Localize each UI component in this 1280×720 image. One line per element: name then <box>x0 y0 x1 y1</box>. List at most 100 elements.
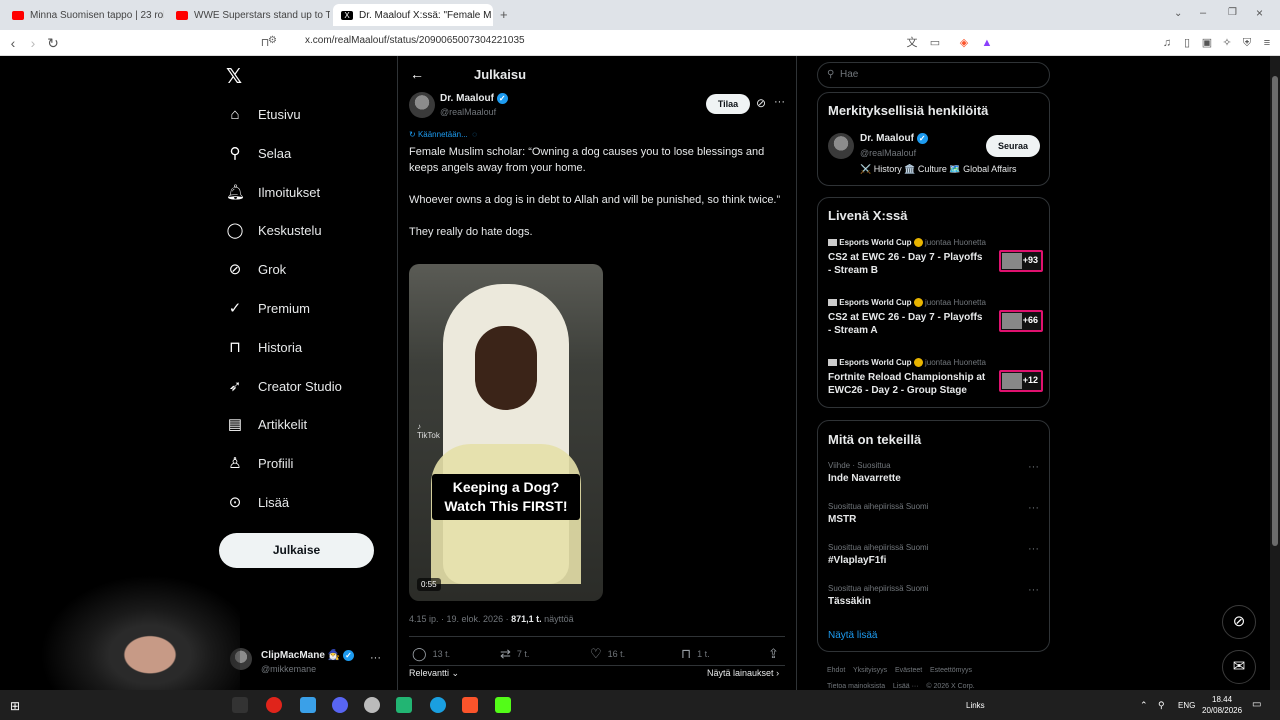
account-switcher[interactable]: ClipMacMane 🧙‍♂️ ✓ @mikkemane ··· <box>230 644 390 684</box>
reply-button[interactable]: ◯ 13 t. <box>412 646 450 662</box>
nav-item-articles[interactable]: ▤ Artikkelit <box>226 412 307 436</box>
more-dots-icon[interactable]: ··· <box>1028 502 1039 514</box>
clock-time[interactable]: 18.44 <box>1212 695 1232 704</box>
address-bar[interactable]: ⚙ x.com/realMaalouf/status/2090065007304… <box>268 30 1000 56</box>
sort-dropdown[interactable]: Relevantti ⌄ <box>409 668 459 679</box>
tray-chevron-icon[interactable]: ⌃ <box>1140 700 1148 711</box>
edge-icon[interactable] <box>430 697 446 713</box>
nav-item-messages[interactable]: ◯ Keskustelu <box>226 218 322 242</box>
translate-icon[interactable]: 文 <box>905 36 919 50</box>
site-info-icon[interactable]: ⚙ <box>268 35 277 46</box>
trend-item[interactable]: Viihde · Suosittua Inde Navarrette ··· <box>828 461 1041 491</box>
media-icon[interactable]: ♫ <box>1160 36 1174 50</box>
footer-link[interactable]: Ehdot <box>827 667 845 674</box>
show-quotes-link[interactable]: Näytä lainaukset › <box>707 668 779 678</box>
browser-tab-2[interactable]: WWE Superstars stand up to The Bl <box>168 4 330 26</box>
share-button[interactable]: ⇪ <box>768 646 779 662</box>
more-icon: ⊙ <box>228 494 242 511</box>
nav-item-more[interactable]: ⊙ Lisää <box>226 490 289 514</box>
clock-date[interactable]: 20/08/2026 <box>1202 706 1242 715</box>
task-view-icon[interactable] <box>232 697 248 713</box>
restore-icon[interactable]: ❐ <box>1228 7 1237 18</box>
footer-link[interactable]: Tietoa mainoksista <box>827 683 885 690</box>
window-close-icon[interactable]: × <box>1256 6 1263 20</box>
forward-icon[interactable]: › <box>24 34 42 52</box>
kick-icon[interactable] <box>495 697 511 713</box>
windows-start-icon[interactable]: ⊞ <box>10 699 20 713</box>
footer-link[interactable]: Esteettömyys <box>930 667 972 674</box>
app-icon[interactable] <box>364 697 380 713</box>
person-avatar[interactable] <box>828 133 854 159</box>
grok-fab-icon[interactable]: ⊘ <box>1222 605 1256 639</box>
nav-item-home[interactable]: ⌂ Etusivu <box>226 102 300 126</box>
nav-item-creator-studio[interactable]: ➶ Creator Studio <box>226 374 342 398</box>
app-icon[interactable] <box>300 697 316 713</box>
cast-icon[interactable]: ▭ <box>928 36 942 50</box>
x-logo-icon[interactable]: 𝕏 <box>226 64 242 88</box>
brave-icon[interactable] <box>462 697 478 713</box>
more-dots-icon[interactable]: ··· <box>1028 543 1039 555</box>
minimize-icon[interactable]: – <box>1200 7 1206 19</box>
person-name[interactable]: Dr. Maalouf <box>860 133 914 144</box>
author-handle: @realMaalouf <box>440 107 497 117</box>
show-more-link[interactable]: Näytä lisää <box>828 630 877 641</box>
back-icon[interactable]: ‹ <box>4 34 22 52</box>
repost-button[interactable]: ⇄ 7 t. <box>500 646 529 662</box>
tab-title: Minna Suomisen tappo | 23 rolöis - H <box>30 9 164 21</box>
reload-icon[interactable]: ↻ <box>44 34 62 52</box>
vpn-icon[interactable]: ⛨ <box>1240 36 1254 50</box>
extensions-icon[interactable]: ✧ <box>1220 36 1234 50</box>
author-avatar[interactable] <box>409 92 435 118</box>
network-icon[interactable]: ⚲ <box>1158 700 1165 711</box>
nav-item-profile[interactable]: ♙ Profiili <box>226 451 293 475</box>
search-input[interactable]: ⚲ Hae <box>817 62 1050 88</box>
live-item[interactable]: Esports World Cup juontaa Huonetta Fortn… <box>828 358 1043 404</box>
live-item[interactable]: Esports World Cup juontaa Huonetta CS2 a… <box>828 238 1043 284</box>
wallet-icon[interactable]: ▣ <box>1200 36 1214 50</box>
author-name-row[interactable]: Dr. Maalouf ✓ <box>440 93 508 104</box>
trend-item[interactable]: Suosittua aihepiirissä Suomi MSTR ··· <box>828 502 1041 532</box>
footer-link[interactable]: Lisää ··· <box>893 683 919 690</box>
app-icon[interactable] <box>396 697 412 713</box>
footer-link[interactable]: Evästeet <box>895 667 922 674</box>
footer-link[interactable]: Yksityisyys <box>853 667 887 674</box>
scrollbar-thumb[interactable] <box>1272 76 1278 546</box>
browser-tab-3[interactable]: X Dr. Maalouf X:ssä: "Female M × <box>333 4 493 26</box>
video-player[interactable]: ♪ TikTok Keeping a Dog? Watch This FIRST!… <box>409 264 603 601</box>
more-dots-icon[interactable]: ··· <box>1028 461 1039 473</box>
rewards-icon[interactable]: ▲ <box>980 36 994 50</box>
ewc-icon <box>828 299 837 307</box>
nav-item-premium[interactable]: ✓ Premium <box>226 296 310 320</box>
more-dots-icon[interactable]: ··· <box>774 96 785 108</box>
live-item[interactable]: Esports World Cup juontaa Huonetta CS2 a… <box>828 298 1043 344</box>
bookmark-button[interactable]: ⊓ 1 t. <box>681 646 710 662</box>
nav-item-explore[interactable]: ⚲ Selaa <box>226 141 292 165</box>
more-dots-icon[interactable]: ··· <box>1028 584 1039 596</box>
nav-item-bookmarks[interactable]: ⊓ Historia <box>226 335 302 359</box>
discord-icon[interactable] <box>332 697 348 713</box>
grok-icon[interactable]: ⊘ <box>756 96 766 110</box>
more-dots-icon[interactable]: ··· <box>370 652 381 664</box>
brave-shield-icon[interactable]: ◈ <box>957 36 971 50</box>
links-toolbar[interactable]: Links <box>966 701 985 710</box>
messages-fab-icon[interactable]: ✉ <box>1222 650 1256 684</box>
browser-tab-1[interactable]: Minna Suomisen tappo | 23 rolöis - H <box>4 4 164 26</box>
follow-button[interactable]: Seuraa <box>986 135 1040 157</box>
opera-icon[interactable] <box>266 697 282 713</box>
post-button[interactable]: Julkaise <box>219 533 374 568</box>
scrollbar[interactable] <box>1270 56 1280 690</box>
chevron-down-icon[interactable]: ⌄ <box>1174 8 1182 19</box>
back-arrow-icon[interactable]: ← <box>410 66 424 82</box>
like-button[interactable]: ♡ 16 t. <box>590 646 625 662</box>
new-tab-button[interactable]: + <box>500 7 508 22</box>
nav-item-notifications[interactable]: 🔔︎ Ilmoitukset <box>226 180 320 204</box>
trend-item[interactable]: Suosittua aihepiirissä Suomi #VlaplayF1f… <box>828 543 1041 573</box>
menu-icon[interactable]: ≡ <box>1260 36 1274 50</box>
notifications-icon[interactable]: ▭ <box>1252 699 1261 710</box>
subscribe-button[interactable]: Tilaa <box>706 94 750 114</box>
sidebar-toggle-icon[interactable]: ▯ <box>1180 36 1194 50</box>
face-image <box>475 326 537 410</box>
nav-item-grok[interactable]: ⊘ Grok <box>226 257 286 281</box>
trend-item[interactable]: Suosittua aihepiirissä Suomi Tässäkin ··… <box>828 584 1041 614</box>
language-indicator[interactable]: ENG <box>1178 701 1195 710</box>
